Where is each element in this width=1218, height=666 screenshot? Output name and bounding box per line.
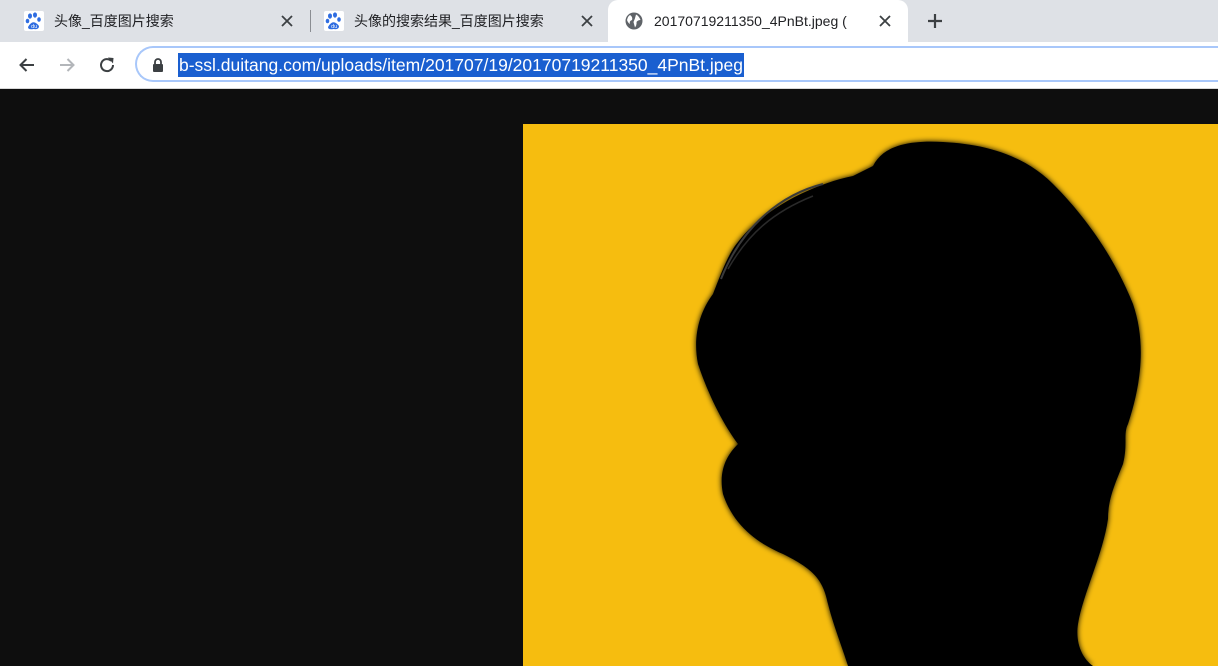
back-button[interactable] <box>14 52 40 78</box>
close-tab-icon[interactable] <box>876 12 894 30</box>
reload-icon <box>100 57 115 73</box>
tab-baidu-search-results[interactable]: du 头像的搜索结果_百度图片搜索 <box>300 0 610 42</box>
new-tab-button[interactable] <box>922 8 948 34</box>
reload-button[interactable] <box>94 52 120 78</box>
silhouette-portrait-image[interactable] <box>523 124 1218 666</box>
close-tab-icon[interactable] <box>578 12 596 30</box>
image-viewer <box>0 89 1218 666</box>
baidu-paw-icon: du <box>324 11 344 31</box>
url-text[interactable]: b-ssl.duitang.com/uploads/item/201707/19… <box>178 53 744 77</box>
tab-strip: du 头像_百度图片搜索 du 头像的搜索结果_百度图片搜索 201707192… <box>0 0 1218 42</box>
globe-icon <box>625 12 643 30</box>
browser-toolbar: b-ssl.duitang.com/uploads/item/201707/19… <box>0 42 1218 89</box>
back-arrow-icon <box>19 58 34 72</box>
tab-jpeg-image[interactable]: 20170719211350_4PnBt.jpeg ( <box>608 0 908 42</box>
tab-title: 头像_百度图片搜索 <box>54 13 174 29</box>
lock-icon[interactable] <box>151 58 165 72</box>
address-bar[interactable]: b-ssl.duitang.com/uploads/item/201707/19… <box>135 46 1218 82</box>
baidu-paw-icon: du <box>24 11 44 31</box>
tab-title: 头像的搜索结果_百度图片搜索 <box>354 13 544 29</box>
forward-arrow-icon <box>60 58 75 72</box>
svg-text:du: du <box>331 24 337 30</box>
tab-title: 20170719211350_4PnBt.jpeg ( <box>654 13 847 29</box>
svg-text:du: du <box>31 24 37 30</box>
plus-icon <box>928 14 942 28</box>
close-tab-icon[interactable] <box>278 12 296 30</box>
forward-button[interactable] <box>54 52 80 78</box>
tab-baidu-avatar[interactable]: du 头像_百度图片搜索 <box>0 0 310 42</box>
